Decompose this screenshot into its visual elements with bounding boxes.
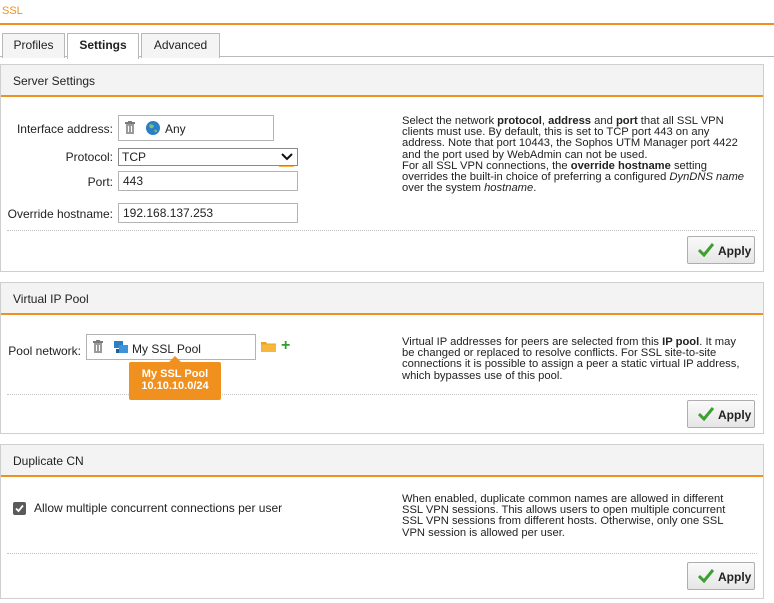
divider <box>7 394 757 395</box>
tab-bar: Profiles Settings Advanced <box>0 27 774 59</box>
apply-button[interactable]: Apply <box>687 400 755 428</box>
network-pool-icon <box>114 341 128 353</box>
port-input[interactable]: 443 <box>118 171 298 191</box>
server-settings-panel: Server Settings Interface address: Any P… <box>0 64 764 272</box>
folder-icon[interactable] <box>261 341 276 352</box>
override-hostname-label: Override hostname: <box>7 207 113 221</box>
apply-button[interactable]: Apply <box>687 236 755 264</box>
tab-settings[interactable]: Settings <box>67 33 139 59</box>
interface-address-field[interactable]: Any <box>118 115 274 141</box>
checkmark-icon <box>15 504 24 513</box>
protocol-value: TCP <box>122 150 146 164</box>
network-globe-icon <box>146 121 160 135</box>
divider <box>7 553 757 554</box>
allow-multiple-label[interactable]: Allow multiple concurrent connections pe… <box>34 501 282 515</box>
interface-address-label: Interface address: <box>16 122 113 136</box>
tab-profiles[interactable]: Profiles <box>2 33 65 58</box>
allow-multiple-checkbox[interactable] <box>13 502 26 515</box>
pool-tooltip: My SSL Pool 10.10.10.0/24 <box>129 356 221 400</box>
checkmark-icon <box>698 407 714 421</box>
protocol-label: Protocol: <box>65 150 113 164</box>
duplicate-cn-help: When enabled, duplicate common names are… <box>402 493 726 539</box>
interface-address-value: Any <box>165 122 186 136</box>
pool-network-value: My SSL Pool <box>132 342 201 356</box>
tooltip-name: My SSL Pool <box>141 368 209 380</box>
chevron-down-icon <box>281 153 293 161</box>
virtual-ip-pool-help: Virtual IP addresses for peers are selec… <box>402 336 740 382</box>
port-label: Port: <box>87 175 113 189</box>
panel-title: Duplicate CN <box>1 445 763 477</box>
tab-advanced[interactable]: Advanced <box>141 33 220 58</box>
apply-button[interactable]: Apply <box>687 562 755 590</box>
add-icon[interactable]: + <box>281 338 290 354</box>
panel-title: Virtual IP Pool <box>1 283 763 315</box>
virtual-ip-pool-panel: Virtual IP Pool Pool network: My SSL Poo… <box>0 282 764 434</box>
panel-title: Server Settings <box>1 65 763 97</box>
server-settings-help: Select the network protocol, address and… <box>402 115 745 195</box>
tooltip-network: 10.10.10.0/24 <box>141 380 209 392</box>
trash-icon[interactable] <box>93 340 103 353</box>
checkmark-icon <box>698 569 714 583</box>
protocol-select[interactable]: TCP <box>118 148 298 166</box>
duplicate-cn-panel: Duplicate CN Allow multiple concurrent c… <box>0 444 764 599</box>
trash-icon[interactable] <box>125 121 135 134</box>
override-hostname-input[interactable]: 192.168.137.253 <box>118 203 298 223</box>
checkmark-icon <box>698 243 714 257</box>
page-title: SSL <box>0 0 774 25</box>
divider <box>7 230 757 231</box>
pool-network-label: Pool network: <box>8 344 81 358</box>
